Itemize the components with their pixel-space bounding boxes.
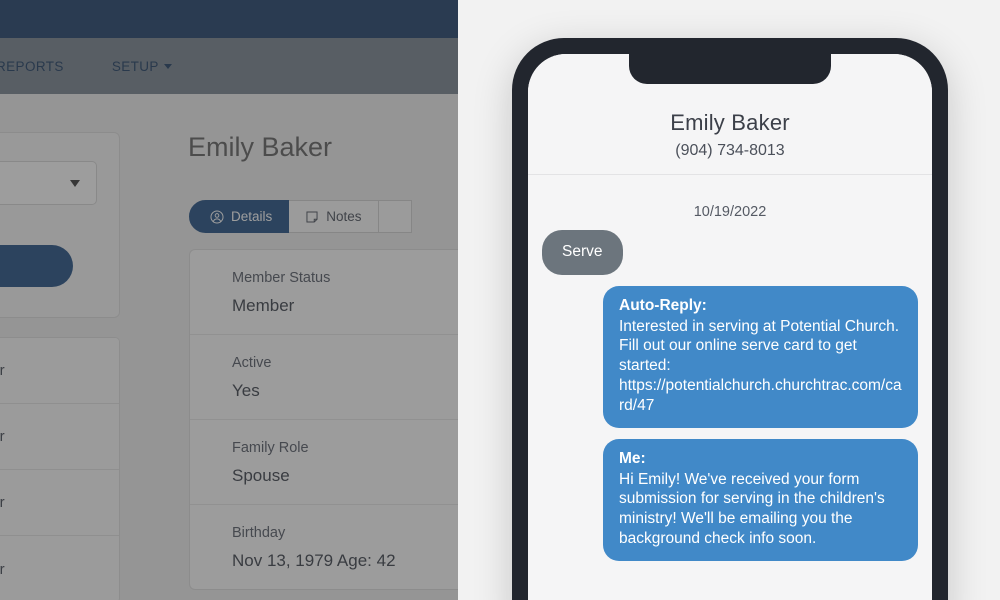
detail-label: Active <box>232 355 272 371</box>
detail-label: Birthday <box>232 525 286 541</box>
message-row: Serve <box>542 230 918 275</box>
list-item-label: ber <box>0 362 5 379</box>
phone-screen: Emily Baker (904) 734-8013 10/19/2022 Se… <box>528 54 932 600</box>
list-item[interactable]: ber <box>0 404 119 470</box>
sidebar-filter-card: s <box>0 132 120 318</box>
screenshot-root: REPORTS SETUP s <box>0 0 1000 600</box>
detail-row: Member Status Member <box>190 250 458 335</box>
page-title: Emily Baker <box>188 132 333 162</box>
detail-tabs: Details Notes <box>189 200 412 233</box>
app-content: REPORTS SETUP s <box>0 0 458 600</box>
list-item[interactable]: ber <box>0 338 119 404</box>
phone-notch <box>629 54 831 84</box>
app-content-area: s ber ber ber ber <box>0 94 458 600</box>
details-card: Member Status Member Active Yes Family R… <box>189 249 458 590</box>
detail-value: Spouse <box>232 466 290 485</box>
contact-phone-number: (904) 734-8013 <box>675 142 785 159</box>
message-bubble-incoming[interactable]: Serve <box>542 230 623 275</box>
message-thread[interactable]: 10/19/2022 Serve Auto-Reply: Interested i… <box>528 190 932 600</box>
message-bubble-outgoing[interactable]: Me: Hi Emily! We've received your form su… <box>603 438 918 561</box>
thread-date-separator: 10/19/2022 <box>693 204 767 220</box>
message-row: Auto-Reply: Interested in serving at Pote… <box>542 285 918 428</box>
message-text: Hi Emily! We've received your form submi… <box>619 470 885 548</box>
nav-item-reports-label: REPORTS <box>0 58 64 74</box>
phone-showcase-panel: Emily Baker (904) 734-8013 10/19/2022 Se… <box>458 0 1000 600</box>
list-item[interactable]: ber <box>0 536 119 600</box>
message-text: Interested in serving at Potential Churc… <box>619 317 902 414</box>
list-item-label: ber <box>0 494 5 511</box>
detail-value: Member <box>232 296 295 315</box>
tab-details-label: Details <box>231 209 273 224</box>
tab-third[interactable] <box>378 200 412 233</box>
top-navbar <box>0 0 458 38</box>
sidebar-people-list: ber ber ber ber <box>0 337 120 600</box>
chevron-down-icon <box>70 180 80 187</box>
contact-name: Emily Baker <box>670 110 790 135</box>
nav-item-setup-label: SETUP <box>111 58 159 74</box>
detail-row: Birthday Nov 13, 1979 Age: 42 <box>190 505 458 589</box>
detail-value: Yes <box>232 381 260 400</box>
detail-row: Family Role Spouse <box>190 420 458 505</box>
tab-notes[interactable]: Notes <box>289 200 379 233</box>
secondary-navbar: REPORTS SETUP <box>0 38 458 94</box>
chevron-down-icon <box>163 63 172 69</box>
tab-notes-label: Notes <box>326 209 362 224</box>
message-text: Serve <box>562 243 603 260</box>
message-sender: Auto-Reply: <box>619 296 707 314</box>
list-item[interactable]: ber <box>0 470 119 536</box>
tab-details[interactable]: Details <box>189 200 290 233</box>
list-item-label: ber <box>0 560 5 578</box>
detail-row: Active Yes <box>190 335 458 420</box>
phone-mockup: Emily Baker (904) 734-8013 10/19/2022 Se… <box>512 38 948 600</box>
message-sender: Me: <box>619 449 646 467</box>
user-circle-icon <box>210 209 224 224</box>
nav-item-setup[interactable]: SETUP <box>112 59 172 74</box>
message-bubble-outgoing[interactable]: Auto-Reply: Interested in serving at Pote… <box>603 285 918 428</box>
sidebar-action-button[interactable]: s <box>0 245 73 287</box>
sidebar-select[interactable] <box>0 161 97 205</box>
message-row: Me: Hi Emily! We've received your form su… <box>542 438 918 561</box>
detail-value: Nov 13, 1979 Age: 42 <box>232 551 396 570</box>
detail-label: Member Status <box>232 270 331 286</box>
detail-label: Family Role <box>232 440 309 456</box>
nav-item-reports[interactable]: REPORTS <box>0 59 64 74</box>
background-app-window: REPORTS SETUP s <box>0 0 458 600</box>
note-icon <box>305 210 319 224</box>
list-item-label: ber <box>0 428 5 445</box>
